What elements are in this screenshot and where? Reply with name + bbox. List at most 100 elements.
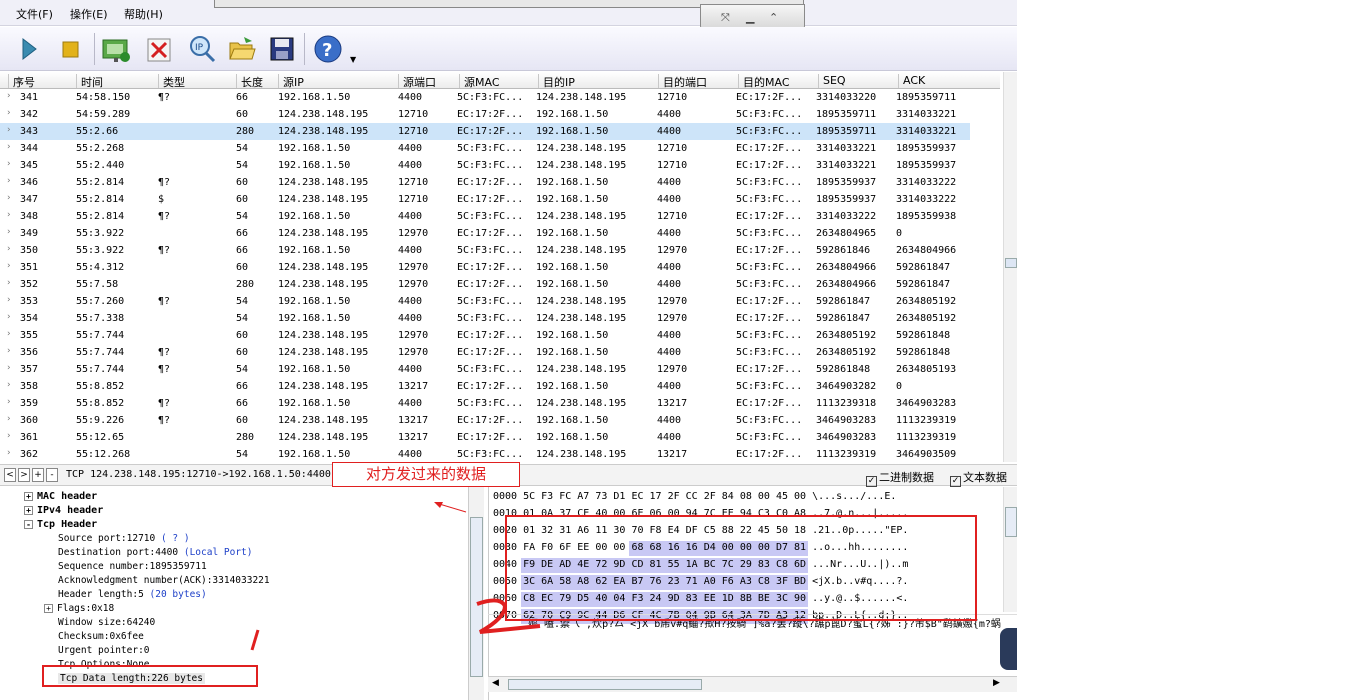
- column-header[interactable]: 源IP: [278, 74, 304, 89]
- tree-node-ipv4[interactable]: + IPv4 header: [24, 505, 103, 516]
- scroll-left-icon[interactable]: ◀: [492, 678, 499, 688]
- tree-leaf-ack[interactable]: Acknowledgment number(ACK):3314033221: [58, 575, 270, 586]
- scrollbar-thumb[interactable]: [470, 517, 483, 677]
- tree-leaf-options[interactable]: Tcp Options:None: [58, 659, 150, 670]
- table-row[interactable]: › 360 55:9.226 ¶? 60 124.238.148.195 13217 EC:1…: [0, 412, 1000, 429]
- column-header[interactable]: 类型: [158, 74, 185, 89]
- hex-line[interactable]: 0030 FA F0 6F EE 00 00 68 68 16 16 D4 00…: [493, 542, 908, 559]
- row-expand-icon[interactable]: ›: [6, 431, 11, 441]
- column-header[interactable]: 源端口: [398, 74, 436, 89]
- column-header[interactable]: 目的MAC: [738, 74, 790, 89]
- play-icon[interactable]: [12, 33, 44, 65]
- expand-icon[interactable]: +: [24, 506, 33, 515]
- help-dropdown-icon[interactable]: ▼: [350, 55, 356, 64]
- table-row[interactable]: › 358 55:8.852 66 124.238.148.195 13217 EC:17:…: [0, 378, 1000, 395]
- scrollbar-thumb[interactable]: [1005, 258, 1017, 268]
- table-row[interactable]: › 356 55:7.744 ¶? 60 124.238.148.195 12970 EC:1…: [0, 344, 1000, 361]
- row-expand-icon[interactable]: ›: [6, 380, 11, 390]
- row-expand-icon[interactable]: ›: [6, 159, 11, 169]
- table-row[interactable]: › 357 55:7.744 ¶? 54 192.168.1.50 4400 5C:F3:FC…: [0, 361, 1000, 378]
- row-expand-icon[interactable]: ›: [6, 244, 11, 254]
- table-row[interactable]: › 345 55:2.440 54 192.168.1.50 4400 5C:F3:FC..…: [0, 157, 1000, 174]
- row-expand-icon[interactable]: ›: [6, 91, 11, 101]
- chevron-up-icon[interactable]: ⌃: [769, 11, 778, 24]
- help-icon[interactable]: ?: [312, 33, 344, 65]
- hex-line[interactable]: 0010 01 0A 37 CE 40 00 6E 06 00 94 7C EE…: [493, 508, 908, 525]
- row-expand-icon[interactable]: ›: [6, 261, 11, 271]
- row-expand-icon[interactable]: ›: [6, 125, 11, 135]
- tree-leaf-checksum[interactable]: Checksum:0x6fee: [58, 631, 144, 642]
- table-row[interactable]: › 362 55:12.268 54 192.168.1.50 4400 5C:F3:FC.…: [0, 446, 1000, 462]
- table-row[interactable]: › 361 55:12.65 280 124.238.148.195 13217 EC:17…: [0, 429, 1000, 446]
- clear-icon[interactable]: [144, 33, 176, 65]
- tree-leaf-urgent[interactable]: Urgent pointer:0: [58, 645, 150, 656]
- column-header[interactable]: 源MAC: [459, 74, 500, 89]
- collapse-all-button[interactable]: -: [46, 468, 58, 482]
- hex-line[interactable]: 0040 F9 DE AD 4E 72 9D CD 81 55 1A BC 7C…: [493, 559, 908, 576]
- hex-line[interactable]: 0000 5C F3 FC A7 73 D1 EC 17 2F CC 2F 84…: [493, 491, 896, 508]
- hex-line[interactable]: 0020 01 32 31 A6 11 30 70 F8 E4 DF C5 88…: [493, 525, 908, 542]
- tree-node-tcp[interactable]: - Tcp Header: [24, 519, 97, 530]
- expand-icon[interactable]: +: [44, 604, 53, 613]
- row-expand-icon[interactable]: ›: [6, 363, 11, 373]
- row-expand-icon[interactable]: ›: [6, 210, 11, 220]
- table-row[interactable]: › 349 55:3.922 66 124.238.148.195 12970 EC:17:…: [0, 225, 1000, 242]
- tree-leaf-dst-port[interactable]: Destination port:4400 (Local Port): [58, 547, 252, 558]
- tree-leaf-data-length[interactable]: Tcp Data length:226 bytes: [58, 673, 205, 684]
- expand-all-button[interactable]: +: [32, 468, 44, 482]
- row-expand-icon[interactable]: ›: [6, 448, 11, 458]
- column-header[interactable]: 长度: [236, 74, 263, 89]
- tree-scrollbar[interactable]: [468, 487, 484, 700]
- next-button[interactable]: >: [18, 468, 30, 482]
- column-header[interactable]: ACK: [898, 74, 925, 88]
- table-row[interactable]: › 343 55:2.66 280 124.238.148.195 12710 EC:17:…: [0, 123, 970, 140]
- ip-search-icon[interactable]: IP: [186, 33, 218, 65]
- row-expand-icon[interactable]: ›: [6, 227, 11, 237]
- scrollbar-thumb[interactable]: [508, 679, 702, 690]
- table-row[interactable]: › 353 55:7.260 ¶? 54 192.168.1.50 4400 5C:F3:FC…: [0, 293, 1000, 310]
- menu-operate[interactable]: 操作(E): [70, 6, 108, 22]
- scrollbar-thumb[interactable]: [1005, 507, 1017, 537]
- stop-icon[interactable]: [54, 33, 86, 65]
- row-expand-icon[interactable]: ›: [6, 397, 11, 407]
- column-header[interactable]: SEQ: [818, 74, 846, 88]
- tree-leaf-header-length[interactable]: Header length:5 (20 bytes): [58, 589, 207, 600]
- row-expand-icon[interactable]: ›: [6, 108, 11, 118]
- table-row[interactable]: › 351 55:4.312 60 124.238.148.195 12970 EC:17:…: [0, 259, 1000, 276]
- row-expand-icon[interactable]: ›: [6, 278, 11, 288]
- table-row[interactable]: › 341 54:58.150 ¶? 66 192.168.1.50 4400 5C:F3:F…: [0, 89, 1000, 106]
- tree-leaf-src-port[interactable]: Source port:12710 ( ? ): [58, 533, 190, 544]
- column-header[interactable]: 序号: [8, 74, 35, 89]
- table-row[interactable]: › 347 55:2.814 $60 124.238.148.195 12710 EC:17…: [0, 191, 1000, 208]
- table-row[interactable]: › 344 55:2.268 54 192.168.1.50 4400 5C:F3:FC..…: [0, 140, 1000, 157]
- prev-button[interactable]: <: [4, 468, 16, 482]
- row-expand-icon[interactable]: ›: [6, 193, 11, 203]
- column-header[interactable]: 时间: [76, 74, 103, 89]
- text-data-checkbox[interactable]: ✓ 文本数据: [950, 469, 1007, 487]
- row-expand-icon[interactable]: ›: [6, 312, 11, 322]
- restore-icon[interactable]: ⤧: [721, 11, 730, 25]
- row-expand-icon[interactable]: ›: [6, 414, 11, 424]
- column-header[interactable]: 目的IP: [538, 74, 575, 89]
- row-expand-icon[interactable]: ›: [6, 142, 11, 152]
- row-expand-icon[interactable]: ›: [6, 329, 11, 339]
- table-row[interactable]: › 359 55:8.852 ¶? 66 192.168.1.50 4400 5C:F3:FC…: [0, 395, 1000, 412]
- table-row[interactable]: › 342 54:59.289 60 124.238.148.195 12710 EC:17…: [0, 106, 1000, 123]
- scroll-right-icon[interactable]: ▶: [993, 678, 1000, 688]
- row-expand-icon[interactable]: ›: [6, 346, 11, 356]
- table-row[interactable]: › 354 55:7.338 54 192.168.1.50 4400 5C:F3:FC..…: [0, 310, 1000, 327]
- side-widget-icon[interactable]: [1000, 628, 1017, 670]
- horizontal-scrollbar[interactable]: ◀ ▶: [488, 676, 1017, 692]
- row-expand-icon[interactable]: ›: [6, 176, 11, 186]
- tree-node-flags[interactable]: + Flags:0x18: [44, 603, 114, 614]
- table-row[interactable]: › 346 55:2.814 ¶? 60 124.238.148.195 12710 EC:1…: [0, 174, 1000, 191]
- packet-list-scrollbar[interactable]: [1003, 72, 1017, 462]
- hex-line[interactable]: 0050 3C 6A 58 A8 62 EA B7 76 23 71 A0 F6…: [493, 576, 908, 593]
- tree-leaf-window[interactable]: Window size:64240: [58, 617, 155, 628]
- menu-file[interactable]: 文件(F): [16, 6, 53, 22]
- expand-icon[interactable]: +: [24, 492, 33, 501]
- table-row[interactable]: › 355 55:7.744 60 124.238.148.195 12970 EC:17:…: [0, 327, 1000, 344]
- menu-help[interactable]: 帮助(H): [124, 6, 163, 22]
- minimize-icon[interactable]: ▁: [746, 11, 754, 24]
- save-icon[interactable]: [266, 33, 298, 65]
